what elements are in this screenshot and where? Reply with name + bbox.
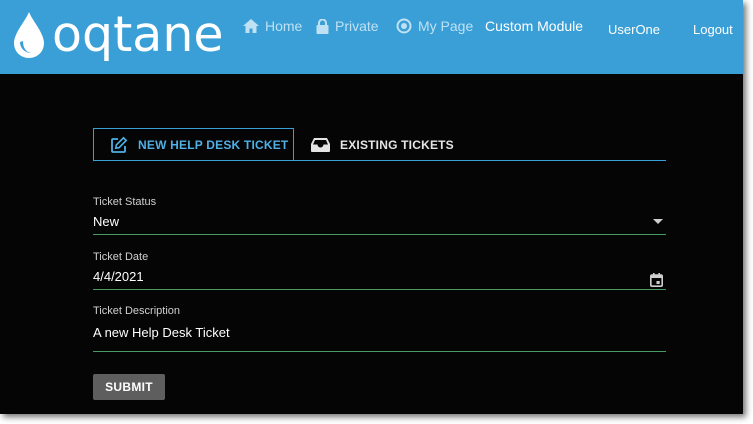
tab-new-help-desk-ticket[interactable]: NEW HELP DESK TICKET <box>93 128 294 161</box>
ticket-description-value: A new Help Desk Ticket <box>93 325 230 340</box>
ticket-description-field: Ticket Description A new Help Desk Ticke… <box>93 304 666 352</box>
submit-button[interactable]: SUBMIT <box>93 374 165 400</box>
calendar-icon[interactable] <box>650 270 663 296</box>
nav-label-custom-module: Custom Module <box>485 18 584 34</box>
ticket-tabs: NEW HELP DESK TICKET EXISTING TICKETS <box>93 128 666 162</box>
nav-label-home: Home <box>265 18 303 34</box>
logout-link[interactable]: Logout <box>693 22 733 37</box>
ticket-date-input[interactable]: 4/4/2021 <box>93 264 666 290</box>
logo-text: oqtane <box>52 6 224 63</box>
top-navigation-bar: oqtane Home Private My Page Custom Modul… <box>0 0 743 74</box>
nav-item-private[interactable]: Private <box>316 16 379 36</box>
ticket-date-value: 4/4/2021 <box>93 269 144 284</box>
tab-existing-tickets[interactable]: EXISTING TICKETS <box>311 128 454 161</box>
ticket-date-field: Ticket Date 4/4/2021 <box>93 250 666 290</box>
home-icon <box>243 19 259 33</box>
ticket-status-select[interactable]: New <box>93 209 666 235</box>
dropdown-caret-icon[interactable] <box>653 219 663 224</box>
ticket-status-value: New <box>93 214 120 229</box>
target-icon <box>396 18 412 34</box>
nav-label-my-page: My Page <box>418 18 474 34</box>
inbox-icon <box>311 137 330 152</box>
edit-icon <box>110 136 128 154</box>
ticket-status-field: Ticket Status New <box>93 195 666 235</box>
nav-label-private: Private <box>335 18 379 34</box>
nav-item-my-page[interactable]: My Page <box>396 16 473 36</box>
tab-label-new: NEW HELP DESK TICKET <box>138 137 289 152</box>
lock-icon <box>316 18 329 34</box>
ticket-status-label: Ticket Status <box>93 196 157 208</box>
droplet-logo-icon <box>14 12 44 58</box>
app-window: oqtane Home Private My Page Custom Modul… <box>0 0 743 414</box>
user-profile-link[interactable]: UserOne <box>608 22 660 37</box>
nav-item-custom-module[interactable]: Custom Module <box>485 16 583 36</box>
nav-item-home[interactable]: Home <box>243 16 302 36</box>
ticket-description-input[interactable]: A new Help Desk Ticket <box>93 318 666 352</box>
tab-label-existing: EXISTING TICKETS <box>340 137 454 152</box>
ticket-date-label: Ticket Date <box>93 251 149 263</box>
ticket-description-label: Ticket Description <box>93 305 181 317</box>
oqtane-logo[interactable]: oqtane <box>12 9 224 61</box>
